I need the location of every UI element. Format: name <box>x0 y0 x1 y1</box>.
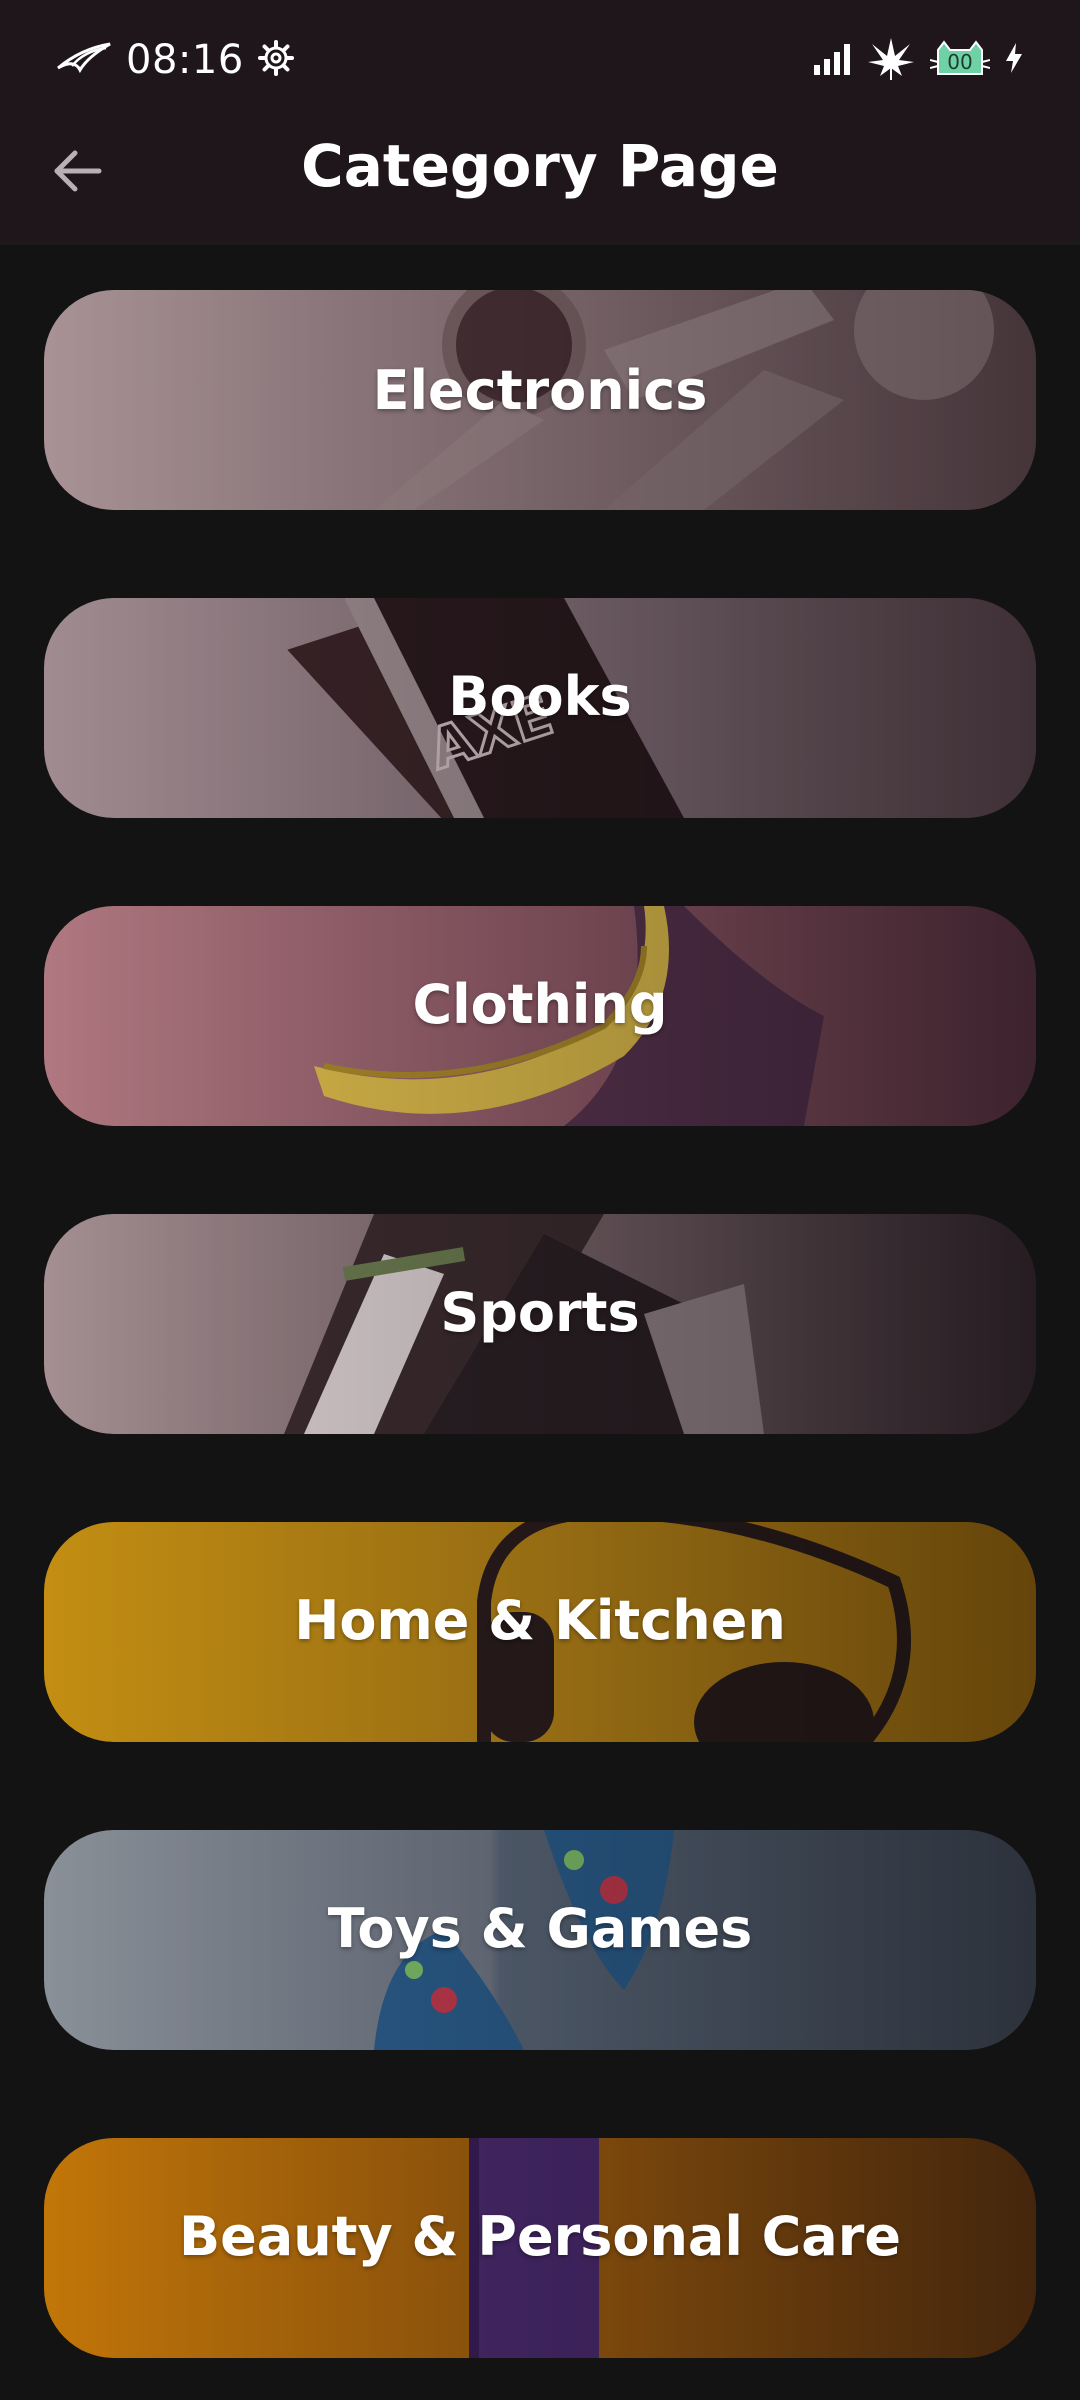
category-card-sports[interactable]: Sports <box>44 1214 1036 1434</box>
battery-cat-icon: 00 <box>930 40 990 80</box>
category-label: Books <box>448 664 632 728</box>
category-label: Clothing <box>412 972 668 1036</box>
category-card-beauty-personal-care[interactable]: Beauty & Personal Care <box>44 2138 1036 2358</box>
category-card-home-kitchen[interactable]: Home & Kitchen <box>44 1522 1036 1742</box>
category-label: Sports <box>440 1280 640 1344</box>
status-time: 08:16 <box>126 37 244 83</box>
rog-logo-icon <box>56 40 112 80</box>
page-title: Category Page <box>301 132 779 200</box>
leaf-icon <box>866 36 916 84</box>
status-right: 00 <box>812 34 1024 86</box>
app-bar: Category Page <box>0 120 1080 245</box>
category-card-electronics[interactable]: Electronics <box>44 290 1036 510</box>
category-label: Toys & Games <box>327 1896 753 1960</box>
settings-gear-icon <box>257 40 294 80</box>
category-label: Electronics <box>372 358 708 422</box>
category-label: Beauty & Personal Care <box>179 2204 901 2268</box>
category-card-books[interactable]: AXE Books <box>44 598 1036 818</box>
status-left: 08:16 <box>56 34 294 86</box>
signal-bars-icon <box>812 41 852 79</box>
category-card-toys-games[interactable]: Toys & Games <box>44 1830 1036 2050</box>
category-label: Home & Kitchen <box>294 1588 786 1652</box>
category-card-clothing[interactable]: Clothing <box>44 906 1036 1126</box>
charging-bolt-icon <box>1004 41 1024 79</box>
status-bar: 08:16 00 <box>0 0 1080 120</box>
battery-level-text: 00 <box>947 50 973 74</box>
category-list: Electronics AXE Books Clothing <box>44 290 1036 2400</box>
